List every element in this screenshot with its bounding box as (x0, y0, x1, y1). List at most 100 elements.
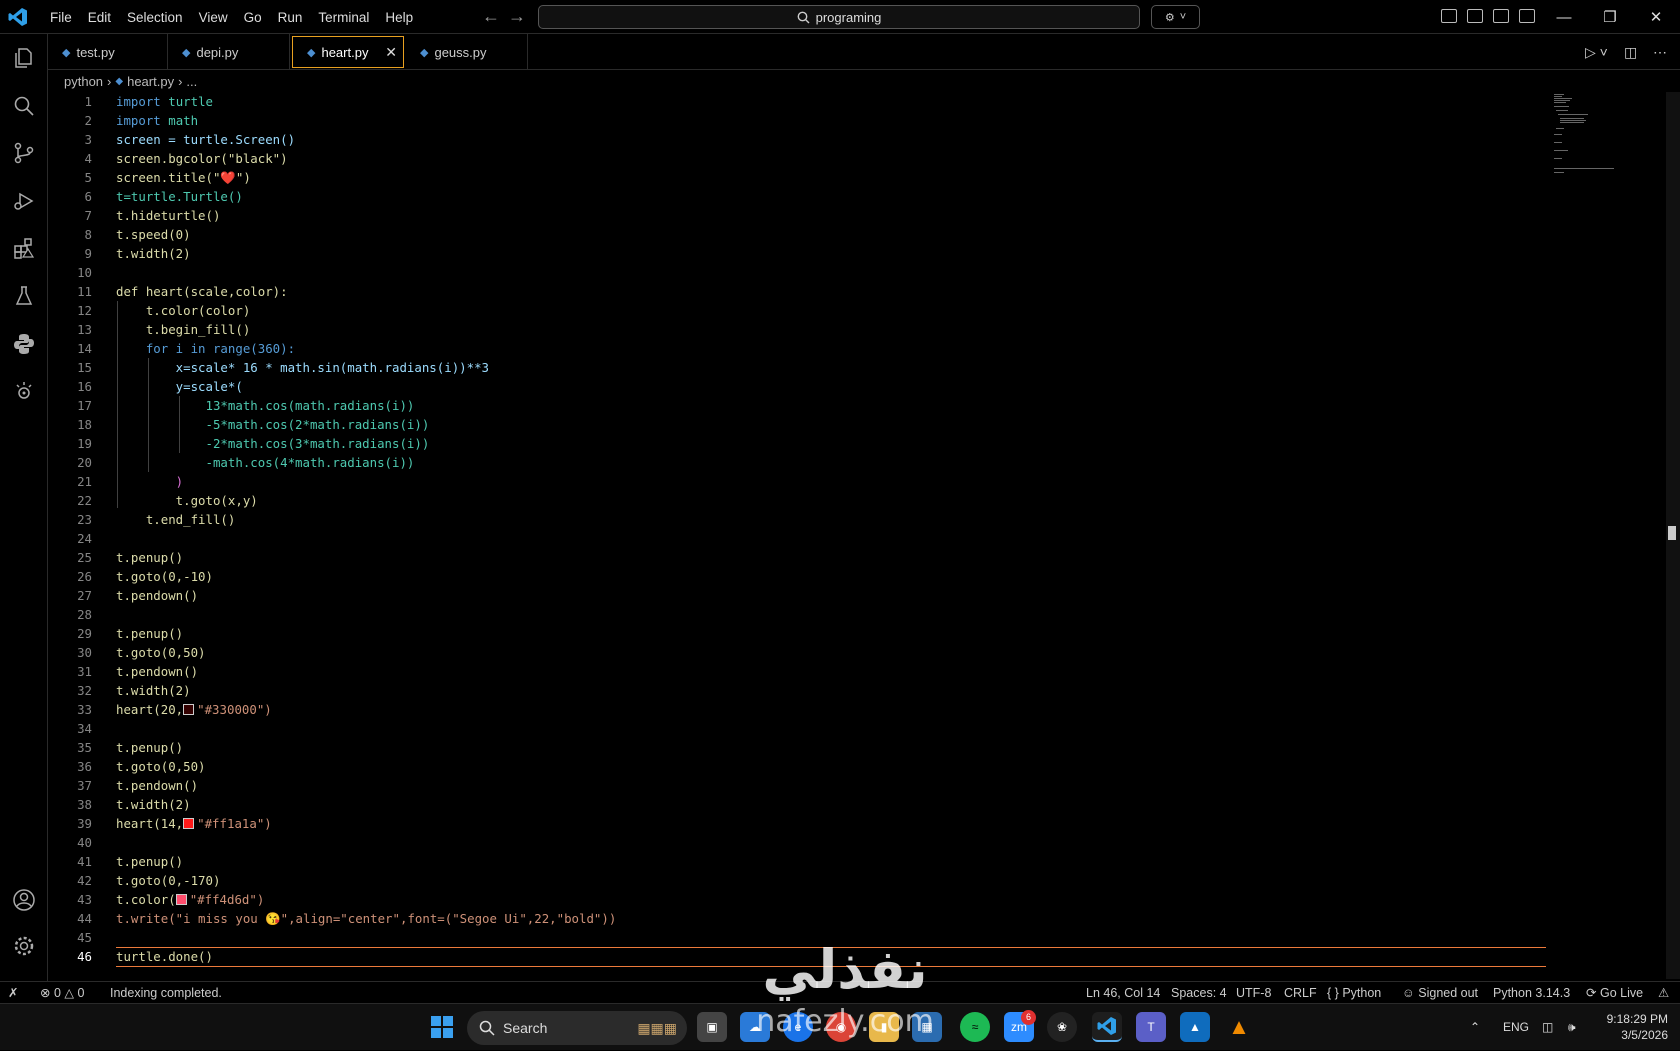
windows-start-icon[interactable] (427, 1012, 457, 1042)
notifications-bell-icon[interactable]: ⚠ (1658, 982, 1669, 1004)
task-view-icon[interactable]: ▣ (697, 1012, 727, 1042)
line-number: 34 (77, 721, 92, 736)
tab-heart-py[interactable]: ◆ heart.py ✕ (292, 36, 404, 68)
command-center-search[interactable]: programing (538, 5, 1140, 29)
source-control-icon[interactable] (12, 141, 36, 165)
menu-file[interactable]: File (42, 10, 80, 25)
indentation-setting[interactable]: Spaces: 4 (1171, 982, 1227, 1004)
breadcrumb-file[interactable]: heart.py (127, 74, 174, 89)
tab-geuss-py[interactable]: ◆ geuss.py (406, 34, 528, 70)
photos-icon[interactable]: ▲ (1180, 1012, 1210, 1042)
python-icon[interactable] (12, 332, 36, 356)
run-file-icon[interactable]: ▷ ˅ (1585, 44, 1608, 61)
menu-help[interactable]: Help (377, 10, 421, 25)
forward-arrow-icon[interactable]: → (508, 6, 526, 27)
more-actions-icon[interactable]: ⋯ (1653, 44, 1667, 61)
color-swatch[interactable] (175, 894, 187, 905)
go-live-label: Go Live (1599, 986, 1644, 1000)
system-clock[interactable]: 9:18:29 PM 3/5/2026 (1578, 1011, 1668, 1043)
microsoft-store-icon[interactable]: ▦ (912, 1012, 942, 1042)
tab-test-py[interactable]: ◆ test.py (48, 34, 168, 70)
code-line: x=scale* 16 * math.sin(math.radians(i))*… (116, 360, 489, 375)
encoding-setting[interactable]: UTF-8 (1236, 982, 1271, 1004)
code-editor[interactable]: 1 import turtle 2 import math 3 screen = tu… (48, 92, 1664, 979)
minimap[interactable] (1552, 92, 1632, 192)
go-live-button[interactable]: ⟳ Go Live (1586, 982, 1643, 1004)
run-and-debug-icon[interactable] (12, 189, 36, 213)
code-line: t.goto(0,50) (116, 759, 206, 774)
input-language[interactable]: ENG (1503, 1004, 1529, 1051)
python-interpreter[interactable]: Python 3.14.3 (1493, 982, 1570, 1004)
tab-depi-py[interactable]: ◆ depi.py (168, 34, 290, 70)
vscode-logo-icon (8, 8, 27, 26)
menu-terminal[interactable]: Terminal (310, 10, 377, 25)
line-number: 31 (77, 664, 92, 679)
menu-edit[interactable]: Edit (80, 10, 119, 25)
line-number: 11 (77, 284, 92, 299)
breadcrumb-more[interactable]: ... (186, 74, 197, 89)
accounts-status[interactable]: ☺ Signed out (1402, 982, 1478, 1004)
menu-run[interactable]: Run (270, 10, 311, 25)
network-icon[interactable]: ◫ (1542, 1004, 1553, 1051)
widgets-icon[interactable]: ☁ (740, 1012, 770, 1042)
extensions-icon[interactable] (12, 236, 36, 260)
menu-view[interactable]: View (191, 10, 236, 25)
code-line: t.penup() (116, 854, 184, 869)
tab-label: geuss.py (434, 44, 487, 60)
toggle-panel-icon[interactable] (1493, 9, 1509, 23)
teams-icon[interactable]: T (1136, 1012, 1166, 1042)
windows-taskbar: Search ▦▦▦ ▣ ☁ e ◉ ▮ ▦ ≈ zm 6 ❀ T ▲ ▲ ⌃ … (0, 1003, 1680, 1050)
volume-icon[interactable]: 🕪 (1568, 1004, 1576, 1051)
manage-gear-icon[interactable] (12, 934, 36, 958)
testing-icon[interactable] (12, 284, 36, 308)
toggle-primary-sidebar-icon[interactable] (1467, 9, 1483, 23)
close-window-button[interactable]: ✕ (1633, 0, 1679, 34)
search-icon[interactable] (12, 94, 36, 118)
scrollbar-thumb[interactable] (1668, 526, 1676, 540)
code-line: -5*math.cos(2*math.radians(i)) (116, 417, 430, 432)
vlc-icon[interactable]: ▲ (1224, 1012, 1254, 1042)
tab-label: test.py (76, 44, 115, 60)
remote-icon[interactable]: ✗ (8, 982, 18, 1004)
color-swatch[interactable] (183, 704, 195, 715)
layout-sidebar-icon[interactable] (1441, 9, 1457, 23)
python-file-icon: ◆ (62, 46, 71, 59)
vscode-taskbar-icon[interactable] (1092, 1012, 1122, 1042)
code-line: def heart(scale,color): (116, 284, 288, 299)
line-number: 38 (77, 797, 92, 812)
code-line: -math.cos(4*math.radians(i)) (116, 455, 415, 470)
line-number: 35 (77, 740, 92, 755)
show-hidden-icons[interactable]: ⌃ (1470, 1004, 1480, 1051)
back-arrow-icon[interactable]: ← (482, 6, 500, 27)
split-editor-icon[interactable]: ◫ (1624, 44, 1637, 61)
color-swatch[interactable] (183, 818, 195, 829)
menu-selection[interactable]: Selection (119, 10, 191, 25)
edge-browser-icon[interactable]: e (783, 1012, 813, 1042)
workspace-name: programing (815, 9, 882, 25)
spotify-icon[interactable]: ≈ (960, 1012, 990, 1042)
copilot-button[interactable]: ⚙ ˅ (1151, 5, 1200, 29)
chrome-browser-icon[interactable]: ◉ (826, 1012, 856, 1042)
explorer-icon[interactable] (12, 46, 36, 70)
account-icon[interactable] (12, 888, 36, 912)
cursor-position[interactable]: Ln 46, Col 14 (1086, 982, 1160, 1004)
line-number: 30 (77, 645, 92, 660)
file-explorer-icon[interactable]: ▮ (869, 1012, 899, 1042)
chatgpt-icon[interactable]: ❀ (1047, 1012, 1077, 1042)
code-token: "#330000") (197, 702, 272, 717)
eol-setting[interactable]: CRLF (1284, 982, 1317, 1004)
chevron-down-icon: ˅ (1179, 11, 1187, 23)
language-mode[interactable]: { } Python (1327, 982, 1381, 1004)
accounts-extension-icon[interactable] (12, 379, 36, 403)
minimize-button[interactable]: — (1541, 0, 1587, 34)
code-token: t.color( (116, 892, 176, 907)
taskbar-search[interactable]: Search ▦▦▦ (467, 1011, 687, 1045)
restore-button[interactable]: ❐ (1587, 0, 1633, 34)
code-line: screen.title("❤️") (116, 170, 251, 185)
menu-go[interactable]: Go (236, 10, 270, 25)
toggle-secondary-sidebar-icon[interactable] (1519, 9, 1535, 23)
signed-out-label: Signed out (1418, 986, 1479, 1000)
problems-indicator[interactable]: ⊗ 0 △ 0 (40, 982, 84, 1004)
close-tab-icon[interactable]: ✕ (385, 44, 397, 61)
breadcrumb-folder[interactable]: python (64, 74, 103, 89)
